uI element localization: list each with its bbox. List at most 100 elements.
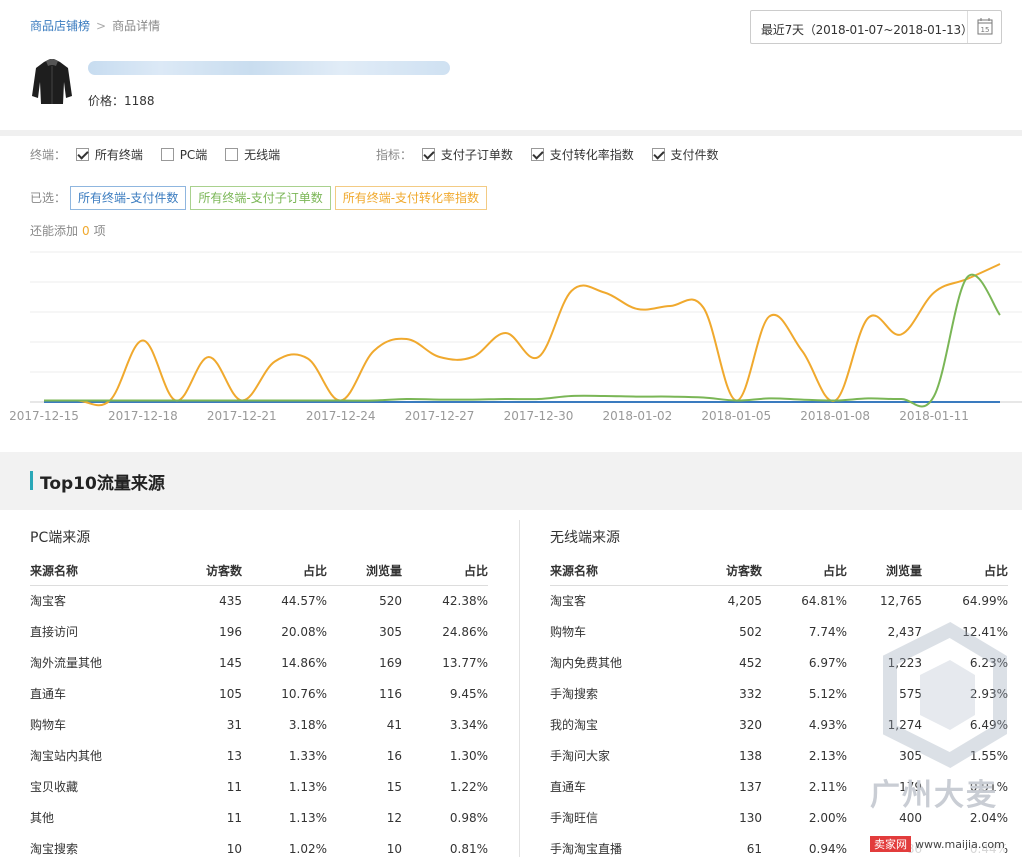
cell-source-name[interactable]: 手淘搜索 — [550, 678, 690, 709]
col-pageviews[interactable]: 浏览量 — [327, 557, 402, 586]
cell-pageviews: 41 — [386, 717, 402, 732]
cell-visitor-share: 3.18% — [288, 717, 327, 732]
cell-visitors: 11 — [226, 779, 242, 794]
watermark-text: 广州大麦 — [870, 778, 998, 813]
col-pageview-share[interactable]: 占比 — [402, 557, 488, 586]
col-visitors[interactable]: 访客数 — [170, 557, 242, 586]
table-row: 淘宝客 435 44.57% 520 42.38% — [30, 585, 488, 616]
selected-label: 已选： — [30, 191, 67, 205]
cell-visitors: 137 — [739, 779, 762, 794]
selected-tag-pay-items[interactable]: 所有终端-支付件数 — [70, 186, 187, 210]
product-thumbnail[interactable] — [30, 56, 74, 106]
selected-tag-sub-orders[interactable]: 所有终端-支付子订单数 — [190, 186, 331, 210]
product-header: 商品店铺榜 > 商品详情 最近7天（2018-01-07~2018-01-13） 1… — [0, 0, 1022, 130]
cell-source-name[interactable]: 淘宝客 — [550, 585, 690, 616]
cell-visitor-share: 64.81% — [801, 593, 847, 608]
cell-visitors: 31 — [226, 717, 242, 732]
col-visitors[interactable]: 访客数 — [690, 557, 762, 586]
cell-pageviews: 12,765 — [880, 593, 922, 608]
cell-source-name[interactable]: 淘宝站内其他 — [30, 740, 170, 771]
cell-source-name[interactable]: 直接访问 — [30, 616, 170, 647]
cell-source-name[interactable]: 手淘淘宝直播 — [550, 833, 690, 857]
cell-pageviews: 305 — [379, 624, 402, 639]
cell-source-name[interactable]: 我的淘宝 — [550, 709, 690, 740]
col-pageview-share[interactable]: 占比 — [922, 557, 1008, 586]
cell-source-name[interactable]: 淘宝搜索 — [30, 833, 170, 857]
checkbox-icon[interactable] — [160, 148, 174, 161]
metric-option-label: 支付件数 — [670, 148, 719, 162]
cell-visitor-share: 1.13% — [288, 779, 327, 794]
checkbox-icon[interactable] — [225, 148, 239, 161]
col-pageviews[interactable]: 浏览量 — [847, 557, 922, 586]
terminal-option-wireless[interactable]: 无线端 — [225, 148, 280, 162]
date-range-picker[interactable]: 最近7天（2018-01-07~2018-01-13） 15 — [750, 10, 1002, 44]
section-title: Top10流量来源 — [40, 474, 165, 494]
cell-source-name[interactable]: 手淘问大家 — [550, 740, 690, 771]
table-header-row: 来源名称 访客数 占比 浏览量 占比 — [550, 557, 1008, 586]
cell-visitors: 332 — [739, 686, 762, 701]
cell-source-name[interactable]: 手淘旺信 — [550, 802, 690, 833]
cell-source-name[interactable]: 宝贝收藏 — [30, 771, 170, 802]
chart-x-tick-label: 2018-01-05 — [701, 409, 771, 423]
cell-visitor-share: 10.76% — [281, 686, 327, 701]
col-visitor-share[interactable]: 占比 — [242, 557, 327, 586]
terminal-option-all[interactable]: 所有终端 — [75, 148, 143, 162]
cell-visitor-share: 2.11% — [808, 779, 847, 794]
table-row: 淘宝站内其他 13 1.33% 16 1.30% — [30, 740, 488, 771]
cell-visitor-share: 6.97% — [808, 655, 847, 670]
watermark-site-badge: 卖家网 — [870, 836, 911, 852]
cell-visitors: 130 — [739, 810, 762, 825]
cell-source-name[interactable]: 淘外流量其他 — [30, 647, 170, 678]
cell-visitors: 13 — [226, 748, 242, 763]
remaining-count: 还能添加 0 项 — [30, 222, 106, 239]
terminal-filter: 终端： 所有终端 PC端 无线端 — [30, 146, 294, 163]
table-header-row: 来源名称 访客数 占比 浏览量 占比 — [30, 557, 488, 586]
cell-visitors: 4,205 — [727, 593, 762, 608]
cell-visitors: 11 — [226, 810, 242, 825]
metric-option-pay-items[interactable]: 支付件数 — [651, 148, 719, 162]
cell-pageviews: 116 — [379, 686, 402, 701]
cell-visitor-share: 0.94% — [808, 841, 847, 856]
chart-series-line-0 — [44, 263, 1001, 407]
checkbox-icon[interactable] — [530, 148, 544, 161]
trend-chart: 2017-12-15 2017-12-18 2017-12-21 2017-12-24… — [0, 246, 1022, 436]
cell-visitors: 138 — [739, 748, 762, 763]
cell-source-name[interactable]: 购物车 — [30, 709, 170, 740]
checkbox-icon[interactable] — [421, 148, 435, 161]
cell-visitors: 10 — [226, 841, 242, 856]
terminal-filter-label: 终端： — [30, 148, 67, 162]
metric-option-sub-orders[interactable]: 支付子订单数 — [421, 148, 513, 162]
trend-chart-svg: 2017-12-15 2017-12-18 2017-12-21 2017-12-24… — [9, 251, 1022, 423]
cell-pageview-share: 13.77% — [442, 655, 488, 670]
metric-option-label: 支付子订单数 — [440, 148, 513, 162]
breadcrumb-parent-link[interactable]: 商品店铺榜 — [30, 19, 90, 33]
selected-tag-conversion-index[interactable]: 所有终端-支付转化率指数 — [334, 186, 488, 210]
cell-visitor-share: 1.02% — [288, 841, 327, 856]
col-source-name[interactable]: 来源名称 — [30, 557, 170, 586]
cell-source-name[interactable]: 淘内免费其他 — [550, 647, 690, 678]
col-source-name[interactable]: 来源名称 — [550, 557, 690, 586]
table-divider — [519, 520, 520, 857]
col-visitor-share[interactable]: 占比 — [762, 557, 847, 586]
terminal-option-label: 所有终端 — [94, 148, 143, 162]
cell-visitor-share: 1.13% — [288, 810, 327, 825]
checkbox-icon[interactable] — [651, 148, 665, 161]
cell-pageviews: 520 — [379, 593, 402, 608]
chart-x-tick-label: 2017-12-24 — [306, 409, 376, 423]
metric-option-conversion-index[interactable]: 支付转化率指数 — [530, 148, 634, 162]
terminal-option-pc[interactable]: PC端 — [160, 148, 207, 162]
cell-source-name[interactable]: 其他 — [30, 802, 170, 833]
cell-visitor-share: 14.86% — [281, 655, 327, 670]
cell-visitors: 105 — [219, 686, 242, 701]
cell-source-name[interactable]: 淘宝客 — [30, 585, 170, 616]
checkbox-icon[interactable] — [75, 148, 89, 161]
cell-source-name[interactable]: 购物车 — [550, 616, 690, 647]
cell-source-name[interactable]: 直通车 — [550, 771, 690, 802]
filter-panel: 终端： 所有终端 PC端 无线端 指标： 支付子订单数 支付转化率指数 支付件数… — [0, 136, 1022, 246]
cell-source-name[interactable]: 直通车 — [30, 678, 170, 709]
cell-visitor-share: 2.13% — [808, 748, 847, 763]
selected-tags: 已选： 所有终端-支付件数 所有终端-支付子订单数 所有终端-支付转化率指数 — [30, 186, 488, 210]
calendar-icon[interactable]: 15 — [967, 11, 1001, 43]
chart-x-tick-label: 2017-12-18 — [108, 409, 178, 423]
cell-visitor-share: 20.08% — [281, 624, 327, 639]
